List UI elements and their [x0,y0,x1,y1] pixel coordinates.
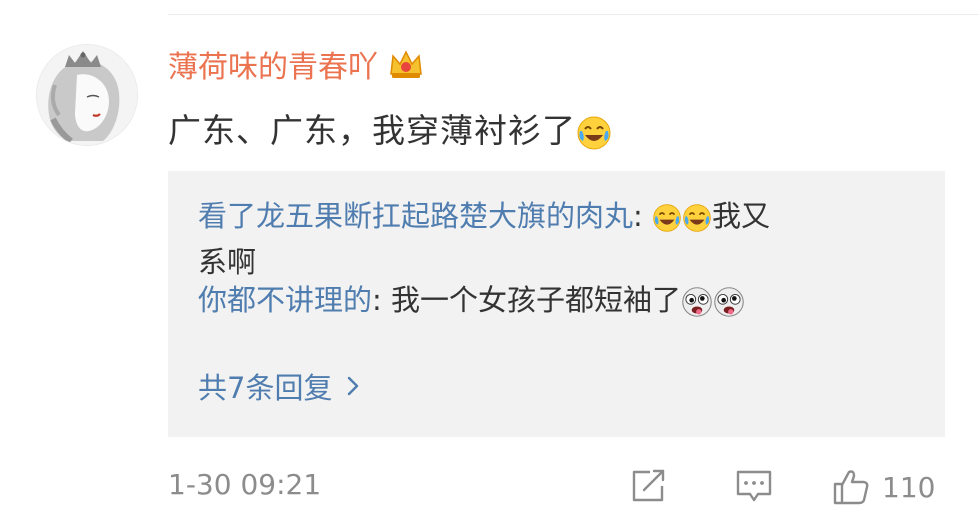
top-divider [168,14,979,15]
reply-text-cont: 系啊 [198,245,257,279]
share-button[interactable] [630,468,668,504]
reply-button[interactable] [734,468,774,504]
reply-username[interactable]: 你都不讲理的 [198,283,372,317]
share-icon [632,469,665,502]
crown-vip-icon [390,50,422,78]
laugh-cry-emoji [683,204,711,232]
comment-timestamp: 1-30 09:21 [168,468,322,501]
laugh-cry-emoji [577,116,611,149]
comment-username[interactable]: 薄荷味的青春吖 [168,42,378,86]
avatar[interactable] [36,44,138,146]
silly-face-emoji [682,287,712,317]
reply-item[interactable]: 看了龙五果断扛起路楚大旗的肉丸: 我又系啊 [198,193,898,285]
reply-username[interactable]: 看了龙五果断扛起路楚大旗的肉丸 [198,199,633,233]
more-replies-link[interactable]: 共7条回复 [198,365,360,407]
comment-footer: 1-30 09:21 110 [168,466,945,510]
more-replies-label: 共7条回复 [198,371,333,405]
reply-box: 看了龙五果断扛起路楚大旗的肉丸: 我又系啊 你都不讲理的: 我一个女孩子都短袖了… [168,171,945,437]
comment-text: 广东、广东，我穿薄衬衫了 [168,104,612,152]
comment-body: 广东、广东，我穿薄衬衫了 [168,111,576,150]
like-button[interactable]: 110 [832,468,935,506]
silly-face-emoji [714,287,744,317]
thumbs-up-icon [833,470,869,505]
laugh-cry-emoji [653,204,681,232]
reply-separator: : [633,199,653,233]
like-count: 110 [882,470,936,504]
reply-separator: : [372,283,392,317]
chevron-right-icon [348,376,359,396]
reply-item[interactable]: 你都不讲理的: 我一个女孩子都短袖了 [198,277,745,323]
reply-text: 我又 [712,199,771,233]
comment-icon [736,470,772,502]
reply-text: 我一个女孩子都短袖了 [391,283,682,317]
